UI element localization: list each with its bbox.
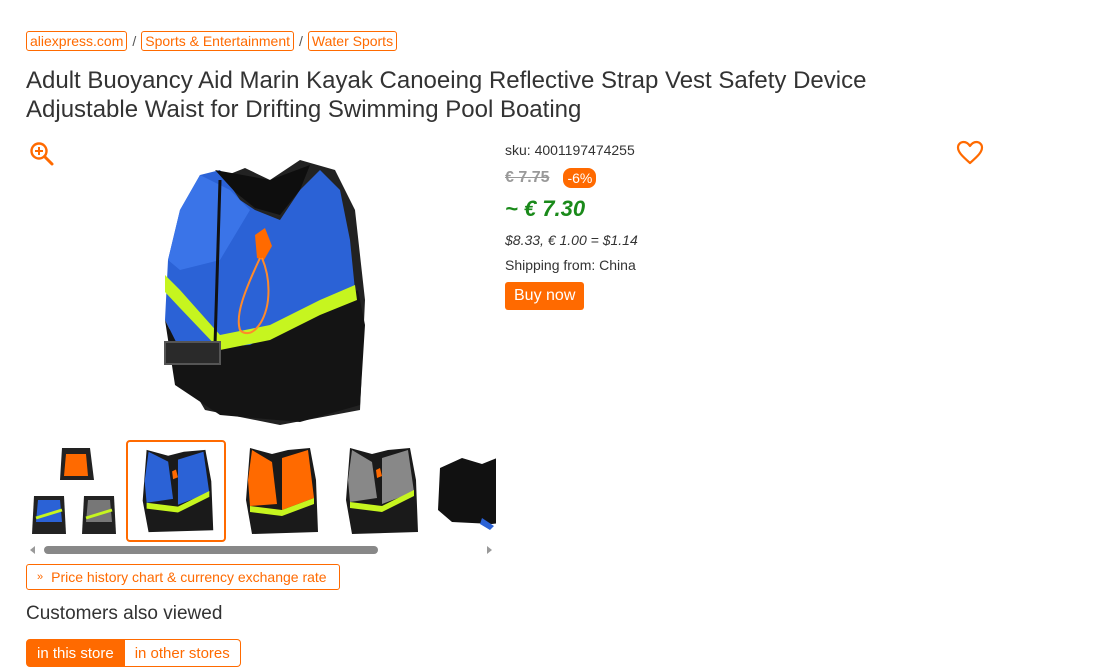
breadcrumb-link-home[interactable]: aliexpress.com	[26, 31, 128, 51]
current-price: ~ € 7.30	[505, 196, 586, 221]
scroll-left-icon[interactable]	[30, 546, 35, 554]
sku-text: sku: 4001197474255	[505, 142, 635, 158]
breadcrumb-link-subcategory[interactable]: Water Sports	[307, 31, 398, 51]
breadcrumb-separator: /	[132, 33, 137, 49]
product-info: sku: 4001197474255 € 7.75 -6% ~ € 7.30 $…	[505, 142, 638, 310]
thumbnail-5[interactable]	[432, 440, 496, 540]
shipping-info: Shipping from: China	[505, 257, 636, 273]
thumbnail-strip	[26, 440, 496, 544]
tab-in-this-store[interactable]: in this store	[26, 639, 125, 667]
scrollbar-thumb[interactable]	[44, 546, 378, 554]
heart-icon[interactable]	[956, 140, 984, 166]
zoom-in-icon[interactable]	[29, 141, 55, 167]
price-row: € 7.75 -6%	[505, 168, 638, 188]
product-main-image[interactable]	[160, 150, 370, 430]
scroll-right-icon[interactable]	[487, 546, 492, 554]
also-viewed-heading: Customers also viewed	[26, 603, 223, 624]
price-history-label: Price history chart & currency exchange …	[51, 569, 327, 585]
product-title: Adult Buoyancy Aid Marin Kayak Canoeing …	[26, 67, 867, 123]
currency-conversion: $8.33, € 1.00 = $1.14	[505, 232, 638, 248]
store-tabs: in this store in other stores	[26, 639, 241, 667]
discount-badge: -6%	[563, 168, 597, 188]
breadcrumb: aliexpress.com / Sports & Entertainment …	[26, 31, 398, 51]
breadcrumb-link-category[interactable]: Sports & Entertainment	[141, 31, 295, 51]
thumbnail-3[interactable]	[232, 440, 328, 540]
thumbnail-2[interactable]	[126, 440, 226, 542]
breadcrumb-separator: /	[299, 33, 303, 49]
price-history-button[interactable]: » Price history chart & currency exchang…	[26, 564, 340, 590]
thumbnail-scrollbar[interactable]	[26, 544, 496, 556]
buy-now-button[interactable]: Buy now	[505, 282, 585, 310]
thumbnail-4[interactable]	[332, 440, 428, 540]
thumbnail-1[interactable]	[30, 440, 126, 540]
double-chevron-down-icon: »	[37, 571, 44, 583]
old-price: € 7.75	[505, 169, 550, 186]
tab-in-other-stores[interactable]: in other stores	[124, 639, 241, 667]
